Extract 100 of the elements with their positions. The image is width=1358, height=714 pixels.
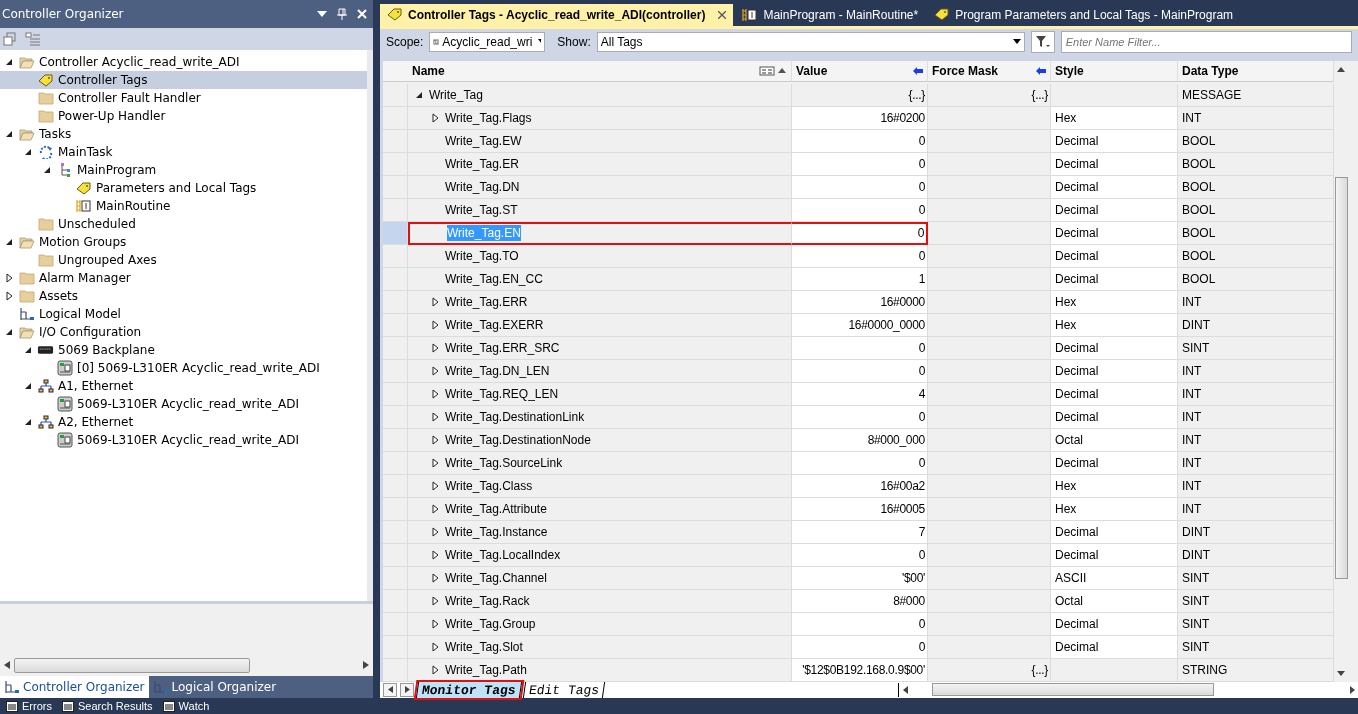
expand-arrow-icon[interactable] [430,618,440,629]
filter-button[interactable] [1030,30,1055,53]
tree-item[interactable]: MainRoutine [0,197,367,215]
tree-item[interactable]: MainTask [0,143,367,161]
column-header[interactable]: Value [792,60,928,82]
table-cell: Decimal [1051,382,1178,406]
tag-name: Write_Tag.Channel [445,570,547,585]
expand-arrow-icon[interactable] [430,641,440,652]
tree-item[interactable]: Power-Up Handler [0,107,367,125]
column-header[interactable]: Data Type [1178,60,1334,82]
tree-item[interactable]: Tasks [0,125,367,143]
tree-item[interactable]: Unscheduled [0,215,367,233]
tree-item[interactable]: A1, Ethernet [0,377,367,395]
table-cell: {...} [928,658,1051,682]
tab-scroll-left-button[interactable] [383,682,397,697]
dropdown-arrow-icon[interactable] [317,11,327,17]
document-tab[interactable]: MainProgram - MainRoutine* [735,3,926,26]
tree-item[interactable]: Parameters and Local Tags [0,179,367,197]
scroll-up-icon[interactable] [1337,66,1345,72]
tag-name: Write_Tag [429,87,483,102]
output-tab[interactable]: Watch [162,700,210,712]
sort-icon[interactable] [759,65,787,76]
expand-arrow-icon[interactable] [430,112,440,123]
tree-item[interactable]: Assets [0,287,367,305]
tree-item[interactable]: Logical Model [0,305,367,323]
tag-name: Write_Tag.EN_CC [445,271,543,286]
expand-arrow-icon[interactable] [430,457,440,468]
scroll-down-icon[interactable] [1337,670,1345,676]
column-title: Value [796,63,828,78]
expand-arrow-icon[interactable] [430,342,440,353]
column-header[interactable]: Name [408,60,792,82]
scroll-right-icon[interactable] [363,661,369,669]
table-cell: 0 [792,221,928,245]
tree-item[interactable]: 5069-L310ER Acyclic_read_write_ADI [0,395,367,413]
collapse-arrow-icon[interactable] [23,381,33,391]
table-cell: Decimal [1051,336,1178,360]
expand-arrow-icon[interactable] [430,595,440,606]
tag-name: Write_Tag.EXERR [445,317,544,332]
scope-label: Scope: [386,34,424,49]
tag-name: Write_Tag.DestinationLink [445,409,585,424]
close-icon[interactable] [718,10,727,19]
tree-item[interactable]: Controller Tags [0,71,367,89]
tag-name: Write_Tag.SourceLink [445,455,563,470]
document-tab[interactable]: Controller Tags - Acyclic_read_write_ADI(controller) [380,3,734,26]
table-cell: 0 [792,244,928,268]
table-cell: 8#000_000 [792,428,928,452]
output-tab[interactable]: Errors [6,700,52,712]
expand-arrow-icon[interactable] [430,503,440,514]
column-header[interactable]: Style [1051,60,1178,82]
tree-item[interactable]: A2, Ethernet [0,413,367,431]
expand-arrow-icon[interactable] [430,411,440,422]
tree-item[interactable]: Controller Fault Handler [0,89,367,107]
tree-item[interactable]: Controller Acyclic_read_write_ADI [0,53,367,71]
expand-arrow-icon[interactable] [430,365,440,376]
collapse-all-icon[interactable] [3,32,17,46]
panel-tab[interactable]: Controller Organizer [0,676,149,698]
view-tab[interactable]: Monitor Tags [415,681,522,698]
expand-arrow-icon[interactable] [430,480,440,491]
collapse-arrow-icon[interactable] [4,57,14,67]
view-tab[interactable]: Edit Tags [522,681,605,698]
document-tab[interactable]: Program Parameters and Local Tags - MainProgram [927,3,1241,26]
scroll-left-icon[interactable] [4,661,10,669]
scope-dropdown[interactable]: Acyclic_read_wri [429,31,546,52]
horizontal-scrollbar[interactable] [898,682,1355,697]
tree-item[interactable]: MainProgram [0,161,367,179]
tree-item[interactable]: I/O Configuration [0,323,367,341]
caret-icon [538,39,542,45]
expand-arrow-icon[interactable] [430,572,440,583]
expand-arrow-icon[interactable] [430,319,440,330]
scroll-left-icon[interactable] [903,685,908,694]
tree-item[interactable]: Motion Groups [0,233,367,251]
tree-item[interactable]: Alarm Manager [0,269,367,287]
scroll-right-icon[interactable] [1350,685,1355,694]
tree-item[interactable]: 5069-L310ER Acyclic_read_write_ADI [0,431,367,449]
expand-arrow-icon[interactable] [430,664,440,675]
pin-icon[interactable] [337,8,347,20]
table-cell: '$00' [792,566,928,590]
output-tab[interactable]: Search Results [61,700,153,712]
tag-name: Write_Tag.ER [445,156,519,171]
show-dropdown[interactable]: All Tags [596,31,1025,52]
expand-arrow-icon[interactable] [430,296,440,307]
tree-item[interactable]: 5069 Backplane [0,341,367,359]
expand-arrow-icon[interactable] [430,388,440,399]
tag-name: Write_Tag.Flags [445,110,532,125]
column-header[interactable]: Force Mask [928,60,1051,82]
panel-tab[interactable]: Logical Organizer [148,676,281,698]
column-title: Style [1055,63,1084,78]
expand-arrow-icon[interactable] [430,526,440,537]
table-cell: Hex [1051,106,1178,130]
table-cell: Decimal [1051,175,1178,199]
expand-arrow-icon[interactable] [430,434,440,445]
expand-arrow-icon[interactable] [430,549,440,560]
name-filter-field[interactable]: Enter Name Filter... [1060,30,1352,53]
horizontal-scrollbar[interactable] [4,657,369,673]
tree-item[interactable]: Ungrouped Axes [0,251,367,269]
tab-scroll-right-button[interactable] [400,682,414,697]
tree-item[interactable]: [0] 5069-L310ER Acyclic_read_write_ADI [0,359,367,377]
collapse-arrow-icon[interactable] [4,237,14,247]
folder-icon [37,91,54,105]
collapse-arrow-icon[interactable] [23,417,33,427]
